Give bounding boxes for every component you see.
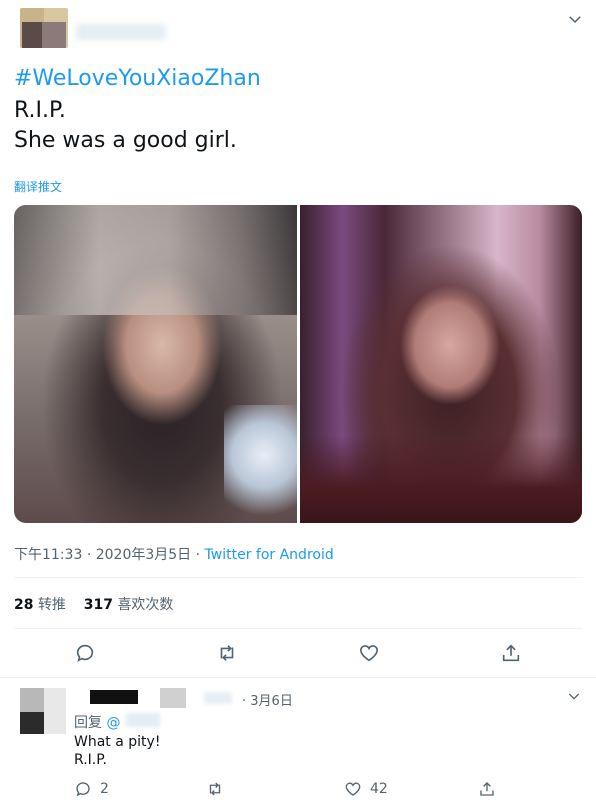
reply-share-button[interactable] [478, 778, 496, 800]
divider [14, 628, 582, 629]
replying-handle-redacted [126, 713, 160, 727]
heart-icon [345, 782, 361, 796]
tweet-meta: 下午11:33 · 2020年3月5日 · Twitter for Androi… [14, 544, 334, 564]
share-icon [480, 782, 494, 796]
likes-label: 喜欢次数 [117, 597, 174, 613]
reply-count: 2 [100, 781, 109, 797]
meta-separator: · [86, 547, 92, 563]
heart-icon[interactable] [358, 642, 380, 664]
reply-action-bar: 2 42 [74, 778, 574, 800]
retweet-icon [209, 782, 221, 796]
avatar-block [44, 688, 66, 734]
tweet-text-line: She was a good girl. [14, 128, 237, 153]
tweet-time[interactable]: 下午11:33 [14, 547, 82, 563]
divider [0, 677, 596, 678]
reply-retweet-button[interactable] [206, 778, 224, 800]
replying-mention[interactable]: @ [106, 715, 120, 731]
hashtag-link[interactable]: #WeLoveYouXiaoZhan [14, 66, 261, 91]
replying-prefix: 回复 [74, 715, 102, 731]
meta-separator: · [195, 547, 201, 563]
reply-author-name-redacted[interactable] [90, 690, 138, 704]
author-name-redacted[interactable] [76, 24, 166, 40]
reply-text-line: What a pity! [74, 734, 161, 750]
tweet-source-link[interactable]: Twitter for Android [205, 547, 334, 563]
reply-author-avatar[interactable] [20, 688, 66, 734]
photo-left[interactable] [14, 205, 304, 523]
tweet-date[interactable]: 2020年3月5日 [96, 547, 191, 563]
reply-author-handle-redacted [204, 692, 232, 704]
reply-date-text: 3月6日 [250, 694, 293, 709]
retweets-label: 转推 [37, 597, 66, 613]
meta-separator: · [242, 694, 247, 709]
photo-right[interactable] [300, 205, 582, 523]
reply-icon[interactable] [74, 642, 96, 664]
reply-date[interactable]: · 3月6日 [242, 690, 293, 709]
reply-author-handle-redacted[interactable] [160, 688, 186, 708]
chevron-down-icon[interactable] [566, 10, 584, 28]
divider [14, 577, 582, 578]
author-avatar[interactable] [20, 8, 68, 48]
share-icon[interactable] [500, 642, 522, 664]
reply-like-button[interactable]: 42 [344, 778, 388, 800]
tweet-media [14, 205, 582, 523]
reply-icon [76, 782, 90, 797]
retweets-count: 28 [14, 597, 34, 613]
reply-text-line: R.I.P. [74, 752, 107, 768]
avatar-block [20, 688, 44, 712]
avatar-block [20, 712, 44, 734]
likes-count: 317 [83, 597, 113, 613]
reply-like-count: 42 [370, 781, 388, 797]
translate-tweet-link[interactable]: 翻译推文 [14, 178, 62, 195]
tweet-stats: 28 转推 317 喜欢次数 [14, 594, 173, 614]
retweets-stat[interactable]: 28 转推 [14, 597, 66, 613]
replying-to: 回复 @ [74, 712, 120, 732]
tweet-text-line: R.I.P. [14, 98, 66, 123]
reply-reply-button[interactable]: 2 [74, 778, 109, 800]
chevron-down-icon[interactable] [566, 688, 582, 704]
retweet-icon[interactable] [216, 642, 238, 664]
tweet-action-bar [14, 638, 582, 668]
likes-stat[interactable]: 317 喜欢次数 [84, 597, 174, 613]
